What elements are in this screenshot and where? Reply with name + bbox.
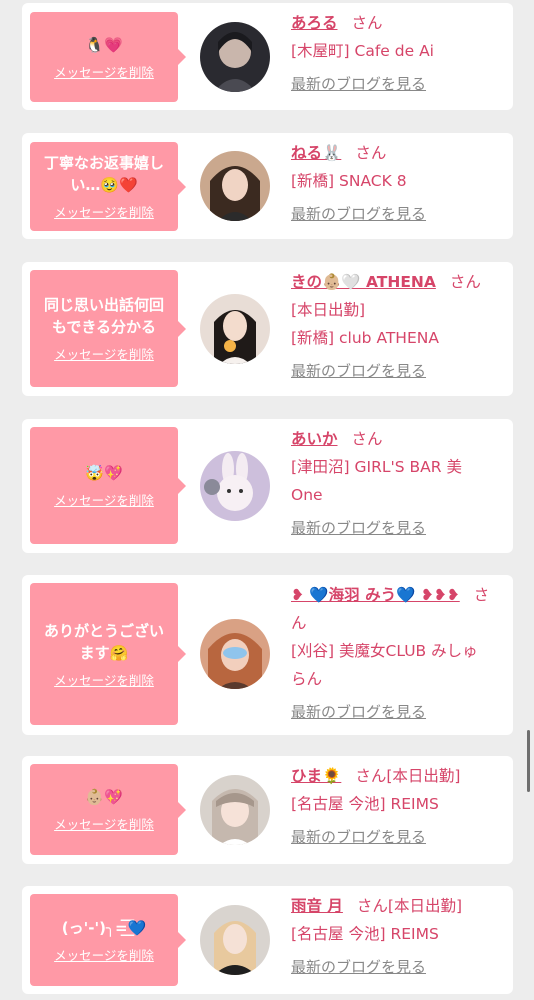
message-text: ありがとうございます🤗 (43, 621, 164, 662)
message-card: 👶🏼💖 メッセージを削除 ひま🌻 さん[本日出勤] [名古屋 今池] REIMS … (22, 756, 513, 864)
shop-info-cont: One (291, 486, 323, 504)
message-bubble: 同じ思い出話何回もできる分かる メッセージを削除 (30, 270, 186, 387)
sender-info: あいか さん [津田沼] GIRL'S BAR 美 One 最新のブログを見る (291, 425, 507, 541)
delete-message-link[interactable]: メッセージを削除 (54, 62, 154, 81)
avatar[interactable] (200, 451, 270, 521)
avatar-photo (200, 151, 270, 221)
sender-name-link[interactable]: あいか (291, 430, 338, 448)
sender-name-link[interactable]: ひま🌻 (291, 767, 341, 785)
message-text: (っ'-')╮=͟͟͞͞💙 (61, 918, 147, 937)
avatar-photo (200, 294, 270, 364)
latest-blog-link[interactable]: 最新のブログを見る (291, 358, 507, 384)
sender-name-link[interactable]: ❥ 💙海羽 みう💙 ❥❥❥ (291, 586, 460, 604)
delete-message-link[interactable]: メッセージを削除 (54, 490, 154, 509)
shop-info: [新橋] club ATHENA (291, 329, 439, 347)
delete-message-link[interactable]: メッセージを削除 (54, 670, 154, 689)
avatar[interactable] (200, 151, 270, 221)
shop-info: [津田沼] GIRL'S BAR 美 (291, 458, 462, 476)
delete-message-link[interactable]: メッセージを削除 (54, 945, 154, 964)
sender-info: ねる🐰 さん [新橋] SNACK 8 最新のブログを見る (291, 139, 507, 227)
delete-message-link[interactable]: メッセージを削除 (54, 814, 154, 833)
honorific: さん (355, 767, 387, 785)
message-bubble: 丁寧なお返事嬉しい…🥹❤️ メッセージを削除 (30, 142, 186, 231)
sender-info: きの👶🏼🤍 ATHENA さん [本日出勤] [新橋] club ATHENA 最… (291, 268, 507, 384)
shop-info: [新橋] SNACK 8 (291, 172, 407, 190)
shop-info: [名古屋 今池] REIMS (291, 925, 439, 943)
delete-message-link[interactable]: メッセージを削除 (54, 202, 154, 221)
message-text: 同じ思い出話何回もできる分かる (43, 296, 164, 336)
delete-message-link[interactable]: メッセージを削除 (54, 344, 154, 363)
honorific: さん (351, 14, 383, 32)
latest-blog-link[interactable]: 最新のブログを見る (291, 71, 507, 97)
sender-info: 雨音 月さん[本日出勤] [名古屋 今池] REIMS 最新のブログを見る (291, 892, 507, 980)
avatar-photo (200, 775, 270, 845)
honorific: さん (355, 144, 387, 162)
message-text: 丁寧なお返事嬉しい…🥹❤️ (43, 154, 164, 194)
sender-info: ❥ 💙海羽 みう💙 ❥❥❥ さ ん [刈谷] 美魔女CLUB みしゅ らん 最新の… (291, 581, 507, 725)
message-card: 🐧💗 メッセージを削除 あろる さん [木屋町] Cafe de Ai 最新のブロ… (22, 3, 513, 110)
latest-blog-link[interactable]: 最新のブログを見る (291, 515, 507, 541)
sender-name-link[interactable]: ねる🐰 (291, 144, 341, 162)
honorific-cont: ん (291, 614, 307, 632)
message-feed: 🐧💗 メッセージを削除 あろる さん [木屋町] Cafe de Ai 最新のブロ… (0, 0, 534, 1000)
avatar-photo (200, 619, 270, 689)
status-badge: [本日出勤] (387, 897, 463, 915)
sender-name-link[interactable]: あろる (291, 14, 338, 32)
message-text: 👶🏼💖 (85, 788, 123, 806)
avatar[interactable] (200, 22, 270, 92)
shop-info: [木屋町] Cafe de Ai (291, 42, 434, 60)
avatar[interactable] (200, 905, 270, 975)
honorific: さ (473, 586, 490, 604)
message-text: 🤯💖 (85, 464, 123, 482)
avatar[interactable] (200, 619, 270, 689)
latest-blog-link[interactable]: 最新のブログを見る (291, 954, 507, 980)
avatar[interactable] (200, 775, 270, 845)
shop-info: [刈谷] 美魔女CLUB みしゅ (291, 642, 478, 660)
avatar-photo (200, 22, 270, 92)
avatar-photo (200, 451, 270, 521)
message-card: 同じ思い出話何回もできる分かる メッセージを削除 きの👶🏼🤍 ATHENA さん … (22, 262, 513, 396)
sender-info: あろる さん [木屋町] Cafe de Ai 最新のブログを見る (291, 9, 507, 97)
message-card: (っ'-')╮=͟͟͞͞💙 メッセージを削除 雨音 月さん[本日出勤] [名古屋… (22, 886, 513, 994)
honorific: さん (356, 897, 388, 915)
message-bubble: (っ'-')╮=͟͟͞͞💙 メッセージを削除 (30, 894, 186, 986)
avatar[interactable] (200, 294, 270, 364)
message-card: 🤯💖 メッセージを削除 あいか さん [津田沼] GIRL'S BAR 美 One… (22, 419, 513, 553)
message-text: 🐧💗 (85, 35, 123, 54)
message-bubble: 👶🏼💖 メッセージを削除 (30, 764, 186, 855)
message-card: 丁寧なお返事嬉しい…🥹❤️ メッセージを削除 ねる🐰 さん [新橋] SNACK … (22, 133, 513, 239)
sender-name-link[interactable]: 雨音 月 (291, 897, 343, 915)
message-bubble: 🐧💗 メッセージを削除 (30, 12, 186, 102)
shop-info-cont: らん (291, 670, 323, 688)
message-bubble: ありがとうございます🤗 メッセージを削除 (30, 583, 186, 725)
honorific: さん (351, 430, 383, 448)
latest-blog-link[interactable]: 最新のブログを見る (291, 824, 507, 850)
sender-info: ひま🌻 さん[本日出勤] [名古屋 今池] REIMS 最新のブログを見る (291, 762, 507, 850)
message-bubble: 🤯💖 メッセージを削除 (30, 427, 186, 544)
sender-name-link[interactable]: きの👶🏼🤍 ATHENA (291, 273, 436, 291)
latest-blog-link[interactable]: 最新のブログを見る (291, 201, 507, 227)
status-info: [本日出勤] (291, 301, 366, 319)
avatar-photo (200, 905, 270, 975)
latest-blog-link[interactable]: 最新のブログを見る (291, 699, 507, 725)
message-card: ありがとうございます🤗 メッセージを削除 ❥ 💙海羽 みう💙 ❥❥❥ さ ん [刈… (22, 575, 513, 735)
status-badge: [本日出勤] (386, 767, 461, 785)
honorific: さん (449, 273, 481, 291)
scrollbar[interactable] (527, 730, 530, 792)
shop-info: [名古屋 今池] REIMS (291, 795, 439, 813)
